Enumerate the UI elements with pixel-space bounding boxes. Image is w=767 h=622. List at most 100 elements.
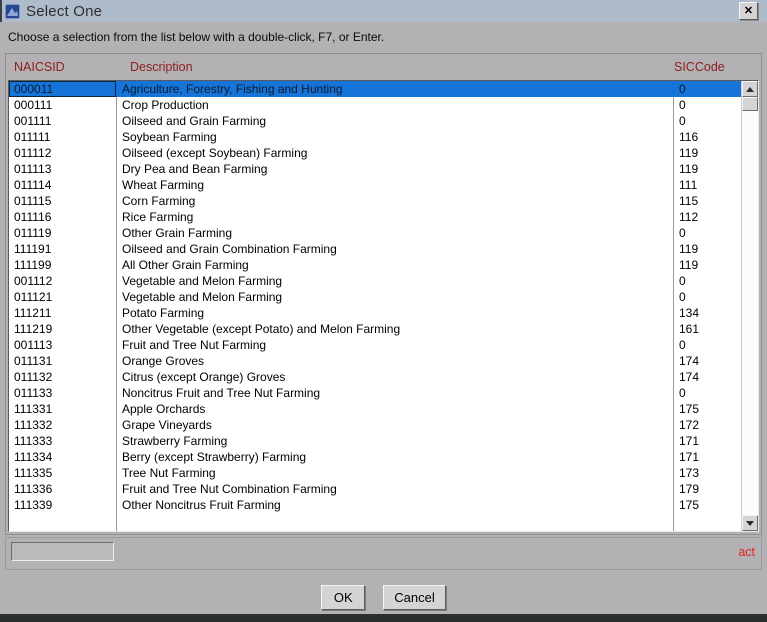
cell-siccode: 0: [679, 274, 686, 288]
table-row[interactable]: 111334 Berry (except Strawberry) Farming 1…: [9, 449, 741, 465]
cell-naicsid: 111335: [14, 466, 53, 480]
table-row[interactable]: 111199 All Other Grain Farming 119: [9, 257, 741, 273]
cell-description: Agriculture, Forestry, Fishing and Hunti…: [122, 82, 343, 96]
cell-description: Grape Vineyards: [122, 418, 212, 432]
cell-description: Other Noncitrus Fruit Farming: [122, 498, 281, 512]
cell-naicsid: 111199: [14, 258, 52, 272]
cell-description: Fruit and Tree Nut Farming: [122, 338, 267, 352]
table-row[interactable]: 001111 Oilseed and Grain Farming 0: [9, 113, 741, 129]
table-row[interactable]: 011115 Corn Farming 115: [9, 193, 741, 209]
cell-naicsid: 111219: [14, 322, 53, 336]
cell-siccode: 116: [679, 130, 699, 144]
scroll-down-icon[interactable]: [742, 515, 758, 531]
cell-description: Apple Orchards: [122, 402, 206, 416]
cell-description: Other Vegetable (except Potato) and Melo…: [122, 322, 401, 336]
cell-siccode: 119: [679, 242, 699, 256]
table-row[interactable]: 111191 Oilseed and Grain Combination Farm…: [9, 241, 741, 257]
vertical-scrollbar[interactable]: [741, 81, 758, 531]
table-row[interactable]: 111333 Strawberry Farming 171: [9, 433, 741, 449]
cell-description: Noncitrus Fruit and Tree Nut Farming: [122, 386, 321, 400]
cell-siccode: 119: [679, 162, 699, 176]
cell-naicsid: 011131: [14, 354, 53, 368]
table-row[interactable]: 011121 Vegetable and Melon Farming 0: [9, 289, 741, 305]
table-row[interactable]: 111219 Other Vegetable (except Potato) an…: [9, 321, 741, 337]
status-text: act: [738, 545, 755, 559]
table-row[interactable]: 001113 Fruit and Tree Nut Farming 0: [9, 337, 741, 353]
cell-description: Berry (except Strawberry) Farming: [122, 450, 307, 464]
cell-description: Strawberry Farming: [122, 434, 228, 448]
cell-description: Wheat Farming: [122, 178, 205, 192]
cancel-button[interactable]: Cancel: [383, 585, 446, 610]
table-row[interactable]: 000011 Agriculture, Forestry, Fishing and…: [9, 81, 741, 97]
scrollbar-thumb[interactable]: [742, 97, 758, 111]
cell-siccode: 175: [679, 402, 700, 416]
cell-siccode: 174: [679, 370, 700, 384]
cell-naicsid: 011132: [14, 370, 53, 384]
cell-naicsid: 111331: [14, 402, 53, 416]
cell-description: Vegetable and Melon Farming: [122, 290, 283, 304]
table-row[interactable]: 111332 Grape Vineyards 172: [9, 417, 741, 433]
table-row[interactable]: 001112 Vegetable and Melon Farming 0: [9, 273, 741, 289]
cell-siccode: 179: [679, 482, 700, 496]
cell-naicsid: 011113: [14, 162, 52, 176]
cell-description: Fruit and Tree Nut Combination Farming: [122, 482, 337, 496]
cell-description: Rice Farming: [122, 210, 194, 224]
cell-naicsid: 111332: [14, 418, 53, 432]
table-row[interactable]: 111339 Other Noncitrus Fruit Farming 175: [9, 497, 741, 513]
table-row[interactable]: 111211 Potato Farming 134: [9, 305, 741, 321]
table-row[interactable]: 011113 Dry Pea and Bean Farming 119: [9, 161, 741, 177]
table-row[interactable]: 111336 Fruit and Tree Nut Combination Far…: [9, 481, 741, 497]
table-row[interactable]: 011114 Wheat Farming 111: [9, 177, 741, 193]
cell-siccode: 0: [679, 338, 686, 352]
column-header-description[interactable]: Description: [116, 60, 670, 74]
cell-naicsid: 011115: [14, 194, 52, 208]
close-icon[interactable]: ✕: [739, 2, 758, 20]
cell-naicsid: 011121: [14, 290, 53, 304]
cell-description: Tree Nut Farming: [122, 466, 216, 480]
cell-description: Soybean Farming: [122, 130, 217, 144]
cell-naicsid: 001111: [14, 114, 52, 128]
scroll-up-icon[interactable]: [742, 81, 758, 97]
scrollbar-track[interactable]: [742, 111, 758, 515]
table-row[interactable]: 011133 Noncitrus Fruit and Tree Nut Farmi…: [9, 385, 741, 401]
cell-naicsid: 001112: [14, 274, 53, 288]
cell-naicsid: 111211: [14, 306, 52, 320]
cell-siccode: 119: [679, 146, 699, 160]
cell-naicsid: 111191: [14, 242, 52, 256]
selection-table: NAICSID Description SICCode 000011 Agricu…: [5, 53, 762, 535]
cell-description: Corn Farming: [122, 194, 196, 208]
table-row[interactable]: 000111 Crop Production 0: [9, 97, 741, 113]
table-row[interactable]: 011112 Oilseed (except Soybean) Farming 11…: [9, 145, 741, 161]
table-row[interactable]: 011132 Citrus (except Orange) Groves 174: [9, 369, 741, 385]
cell-siccode: 111: [679, 178, 698, 192]
cell-description: Crop Production: [122, 98, 209, 112]
cell-description: Oilseed (except Soybean) Farming: [122, 146, 308, 160]
cell-description: Oilseed and Grain Combination Farming: [122, 242, 337, 256]
cell-description: Orange Groves: [122, 354, 205, 368]
table-row[interactable]: 111335 Tree Nut Farming 173: [9, 465, 741, 481]
table-row[interactable]: 111331 Apple Orchards 175: [9, 401, 741, 417]
table-body: 000011 Agriculture, Forestry, Fishing and…: [9, 81, 741, 531]
button-row: OK Cancel: [0, 585, 767, 610]
column-header-naicsid[interactable]: NAICSID: [6, 60, 116, 74]
table-row[interactable]: 011116 Rice Farming 112: [9, 209, 741, 225]
column-header-siccode[interactable]: SICCode: [670, 60, 761, 74]
table-row[interactable]: 011131 Orange Groves 174: [9, 353, 741, 369]
cell-siccode: 0: [679, 386, 686, 400]
ok-button[interactable]: OK: [321, 585, 366, 610]
cell-naicsid: 000111: [14, 98, 53, 112]
cell-siccode: 175: [679, 498, 700, 512]
cell-description: Other Grain Farming: [122, 226, 233, 240]
cell-naicsid: 111339: [14, 498, 53, 512]
cell-siccode: 119: [679, 258, 699, 272]
table-row[interactable]: 011119 Other Grain Farming 0: [9, 225, 741, 241]
cell-siccode: 115: [679, 194, 699, 208]
app-chart-icon: [4, 3, 21, 19]
table-row[interactable]: 011111 Soybean Farming 116: [9, 129, 741, 145]
cell-siccode: 174: [679, 354, 700, 368]
cell-description: Oilseed and Grain Farming: [122, 114, 267, 128]
cell-siccode: 112: [679, 210, 699, 224]
list-box: 000011 Agriculture, Forestry, Fishing and…: [8, 80, 759, 532]
filter-input[interactable]: [11, 542, 114, 561]
cell-naicsid: 011112: [14, 146, 52, 160]
